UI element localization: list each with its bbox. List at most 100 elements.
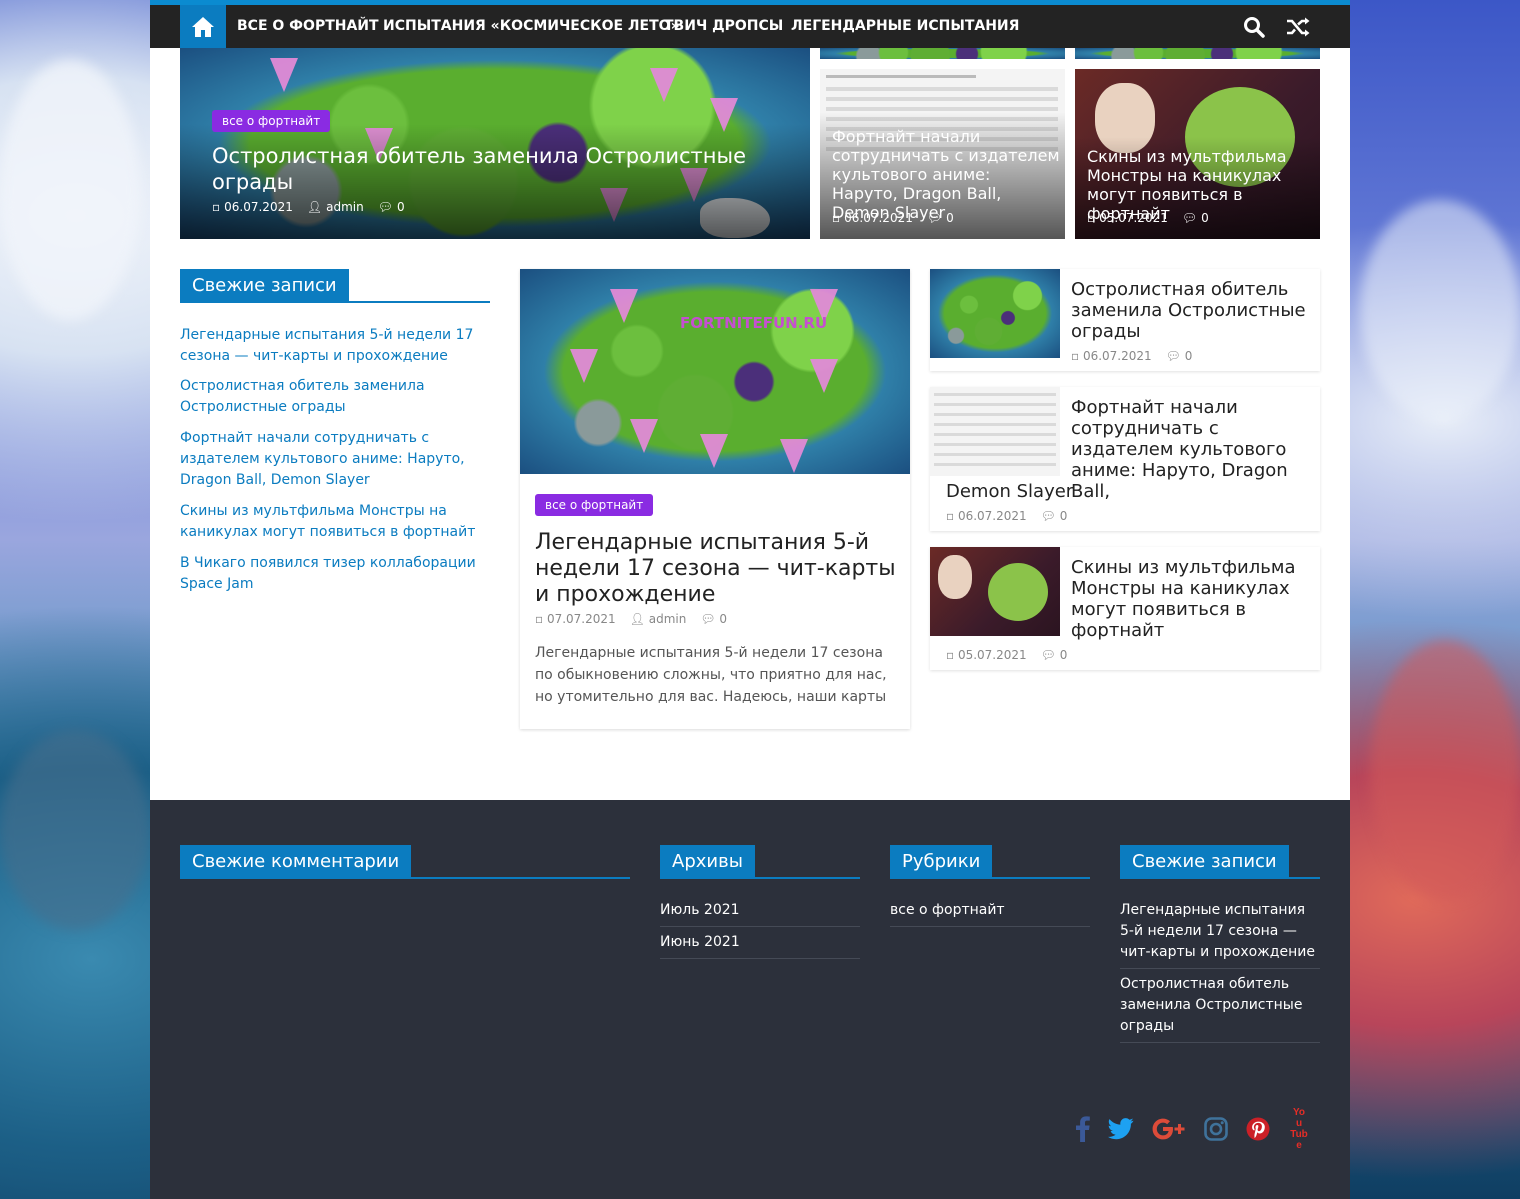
doc-line [934,413,1056,416]
list-post-card: Остролистная обитель заменила Остролистн… [930,269,1320,371]
featured-main-post[interactable]: все о фортнайт Остролистная обитель заме… [180,48,810,239]
footer-widget-title: Рубрики [890,845,993,879]
map-marker [570,349,598,383]
comment-count[interactable]: 0 [719,612,727,626]
nav-item-twitch-drops[interactable]: ТВИЧ ДРОПСЫ [664,5,783,48]
comment-icon: 💬︎ [926,211,943,225]
map-marker [810,359,838,393]
footer-recent-link[interactable]: Легендарные испытания 5-й недели 17 сезо… [1120,900,1320,963]
doc-line [934,403,1056,406]
featured-title[interactable]: Остролистная обитель заменила Остролистн… [212,143,752,195]
post-date[interactable]: 05.07.2021 [1099,211,1168,225]
featured-thumb-strip[interactable] [1075,48,1320,59]
list-post-card: Скины из мультфильма Монстры на каникула… [930,547,1320,670]
comment-icon: 💬︎ [1040,509,1060,523]
doc-line [826,87,1058,91]
twitter-link[interactable] [1104,1112,1138,1146]
search-button[interactable] [1240,13,1268,41]
archive-link[interactable]: Июнь 2021 [660,932,860,953]
list-post-title[interactable]: Остролистная обитель заменила Остролистн… [1071,279,1311,342]
comment-icon: 💬︎ [1165,349,1185,363]
nav-item-space-summer[interactable]: ИСПЫТАНИЯ «КОСМИЧЕСКОЕ ЛЕТО» [383,5,680,48]
category-badge[interactable]: все о фортнайт [212,110,331,132]
sidebar-recent-link[interactable]: В Чикаго появился тизер коллаборации Spa… [180,553,490,595]
map-marker [270,58,298,92]
divider [660,926,860,927]
pinterest-icon [1246,1117,1270,1141]
google-plus-link[interactable] [1152,1112,1186,1146]
youtube-link[interactable]: You Tube [1282,1107,1316,1151]
divider [660,958,860,959]
doc-line [934,433,1056,436]
comment-count[interactable]: 0 [397,200,405,214]
list-post-thumbnail[interactable] [930,547,1060,636]
sidebar-recent-link[interactable]: Легендарные испытания 5-й недели 17 сезо… [180,325,490,367]
facebook-link[interactable] [1066,1112,1100,1146]
facebook-icon [1076,1116,1090,1142]
post-date[interactable]: 06.07.2021 [958,509,1027,523]
nav-item-fortnite[interactable]: ВСЕ О ФОРТНАЙТ [237,5,379,48]
sidebar-recent-link[interactable]: Скины из мультфильма Монстры на каникула… [180,501,490,543]
doc-line [934,463,1056,466]
featured-thumb-strip[interactable] [820,48,1065,59]
sidebar-recent-link[interactable]: Фортнайт начали сотрудничать с издателем… [180,428,490,491]
pinterest-link[interactable] [1241,1112,1275,1146]
featured-title[interactable]: Фортнайт начали сотрудничать с издателем… [832,127,1060,222]
widget-underline [890,877,1090,879]
doc-line [826,107,1058,111]
calendar-icon: ▫ [535,612,547,626]
random-post-button[interactable] [1284,13,1312,41]
widget-underline [1120,877,1320,879]
post-author[interactable]: admin [649,612,687,626]
twitter-icon [1108,1118,1134,1140]
comment-icon: 💬︎ [377,200,393,214]
category-link[interactable]: все о фортнайт [890,900,1090,921]
comment-count[interactable]: 0 [946,211,954,225]
doc-line [826,97,1058,101]
post-date[interactable]: 06.07.2021 [224,200,293,214]
comment-count[interactable]: 0 [1185,349,1193,363]
comment-count[interactable]: 0 [1201,211,1209,225]
watermark-text: FORTNITEFUN.RU [680,314,828,332]
category-badge[interactable]: все о фортнайт [535,494,654,516]
widget-underline [180,877,630,879]
divider [1120,968,1320,969]
post-date[interactable]: 05.07.2021 [958,648,1027,662]
featured-post-monsters[interactable]: Скины из мультфильма Монстры на каникула… [1075,69,1320,239]
comment-count[interactable]: 0 [1060,648,1068,662]
youtube-label: You Tube [1290,1107,1308,1151]
nav-item-legendary[interactable]: ЛЕГЕНДАРНЫЕ ИСПЫТАНИЯ [791,5,1019,48]
nav-home-button[interactable] [180,5,226,48]
doc-line [826,75,976,78]
list-post-thumbnail[interactable] [930,387,1060,476]
post-author[interactable]: admin [326,200,364,214]
instagram-link[interactable] [1199,1112,1233,1146]
list-post-title-tail[interactable]: Demon Slayer [946,481,1186,502]
post-date[interactable]: 07.07.2021 [547,612,616,626]
comment-icon: 💬︎ [700,612,720,626]
home-icon [192,16,214,37]
divider [890,926,1090,927]
post-title[interactable]: Легендарные испытания 5-й недели 17 сезо… [535,530,900,608]
list-post-title[interactable]: Скины из мультфильма Монстры на каникула… [1071,557,1311,641]
archive-link[interactable]: Июль 2021 [660,900,860,921]
list-post-thumbnail[interactable] [930,269,1060,358]
background-cloud [1360,200,1520,420]
user-icon: 👤︎ [629,612,649,626]
calendar-icon: ▫ [946,509,958,523]
post-date[interactable]: 06.07.2021 [844,211,913,225]
featured-post-anime[interactable]: Фортнайт начали сотрудничать с издателем… [820,69,1065,239]
background-structure [1370,640,1520,900]
map-marker [780,439,808,473]
calendar-icon: ▫ [832,211,841,225]
post-thumbnail[interactable]: FORTNITEFUN.RU [520,269,910,474]
footer-recent-link[interactable]: Остролистная обитель заменила Остролистн… [1120,974,1320,1037]
sidebar-recent-link[interactable]: Остролистная обитель заменила Остролистн… [180,376,490,418]
comment-count[interactable]: 0 [1060,509,1068,523]
doc-line [934,453,1056,456]
post-date[interactable]: 06.07.2021 [1083,349,1152,363]
calendar-icon: ▫ [946,648,958,662]
search-icon [1244,17,1265,38]
main-navigation: ВСЕ О ФОРТНАЙТ ИСПЫТАНИЯ «КОСМИЧЕСКОЕ ЛЕ… [150,5,1350,48]
map-marker [630,419,658,453]
